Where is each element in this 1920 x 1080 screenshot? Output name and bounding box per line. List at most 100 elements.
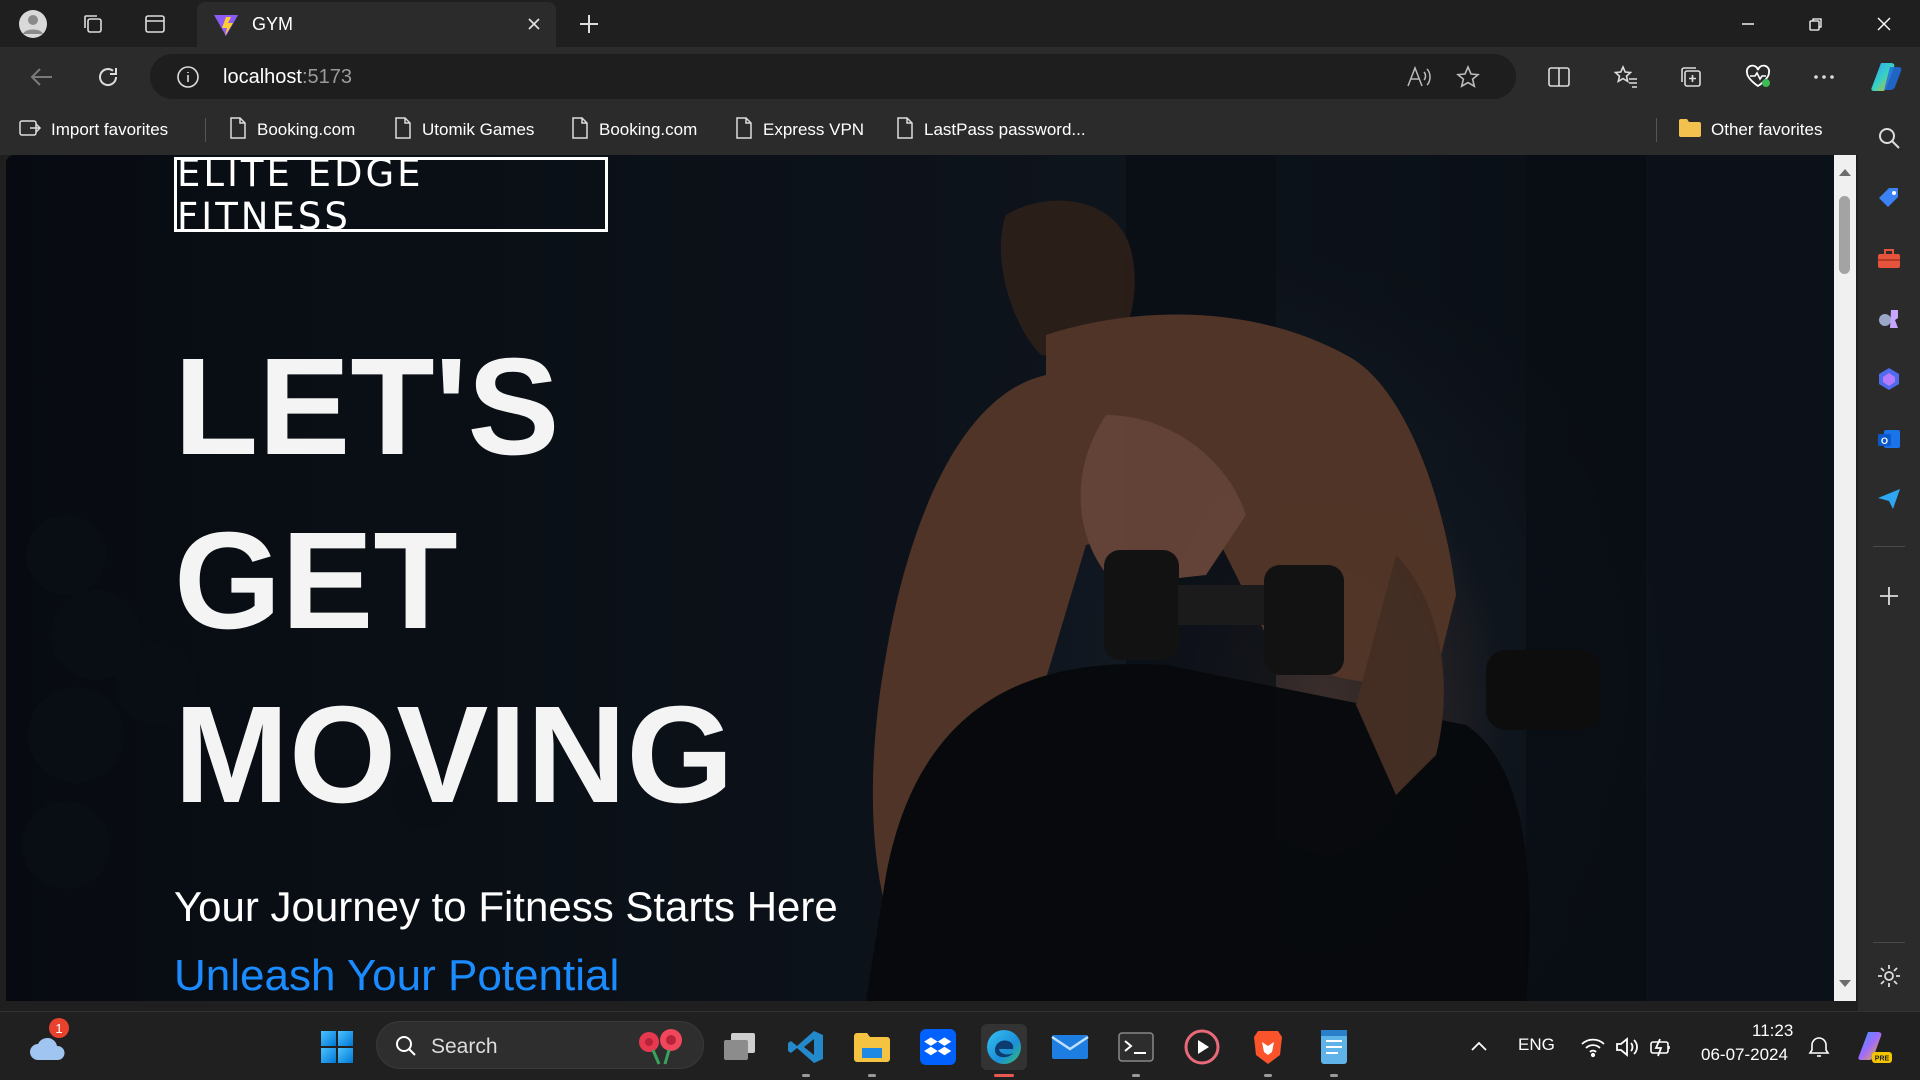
- close-window-icon[interactable]: [1854, 4, 1914, 44]
- running-indicator: [868, 1074, 876, 1077]
- svg-text:PRE: PRE: [1875, 1056, 1890, 1063]
- restore-icon[interactable]: [1786, 4, 1846, 44]
- favorites-bar: Import favorites Booking.com Utomik Game…: [0, 106, 1900, 155]
- site-info-icon[interactable]: [175, 64, 201, 95]
- windows-taskbar: 1 Search ENG 11:23 06-07-2024 PRE: [0, 1011, 1920, 1080]
- scroll-up-icon[interactable]: [1837, 164, 1853, 180]
- dropbox-icon[interactable]: [915, 1024, 961, 1070]
- send-icon[interactable]: [1869, 479, 1909, 519]
- favorite-express-vpn[interactable]: Express VPN: [734, 116, 864, 145]
- new-tab-icon[interactable]: [572, 8, 606, 40]
- notepad-icon[interactable]: [1311, 1024, 1357, 1077]
- favorite-booking-2[interactable]: Booking.com: [570, 116, 697, 145]
- browser-titlebar: GYM: [0, 0, 1920, 47]
- minimize-icon[interactable]: [1718, 4, 1778, 44]
- page-icon: [228, 116, 248, 145]
- games-icon[interactable]: [1869, 299, 1909, 339]
- page-viewport: ELITE EDGE FITNESS LET'S GET MOVING Your…: [6, 155, 1856, 1001]
- sidebar-divider: [1873, 942, 1905, 943]
- read-aloud-icon[interactable]: [1405, 64, 1433, 95]
- microsoft-365-icon[interactable]: [1869, 359, 1909, 399]
- clock-date[interactable]: 06-07-2024: [1701, 1045, 1788, 1065]
- page-icon: [734, 116, 754, 145]
- back-icon[interactable]: [22, 57, 62, 97]
- start-windows-icon[interactable]: [314, 1024, 360, 1070]
- favorites-icon[interactable]: [1606, 57, 1646, 97]
- hero-subtagline: Unleash Your Potential: [174, 951, 620, 1000]
- address-bar[interactable]: localhost:5173: [150, 54, 1516, 99]
- browser-essentials-icon[interactable]: [1738, 57, 1778, 97]
- file-explorer-icon[interactable]: [849, 1024, 895, 1077]
- favorite-booking-1[interactable]: Booking.com: [228, 116, 355, 145]
- tools-briefcase-icon[interactable]: [1869, 239, 1909, 279]
- favorite-import-favorites[interactable]: Import favorites: [18, 117, 168, 143]
- shopping-tag-icon[interactable]: [1869, 178, 1909, 218]
- page-icon: [570, 116, 590, 145]
- headline-line: GET: [174, 504, 458, 658]
- sidebar-settings-gear-icon[interactable]: [1869, 956, 1909, 996]
- brave-browser-icon[interactable]: [1245, 1024, 1291, 1077]
- folder-icon: [1678, 117, 1702, 144]
- favorite-lastpass[interactable]: LastPass password...: [895, 116, 1086, 145]
- weather-widget-icon[interactable]: 1: [25, 1018, 71, 1070]
- show-hidden-icons-chevron-icon[interactable]: [1456, 1024, 1502, 1070]
- running-indicator: [802, 1074, 810, 1077]
- edge-browser-icon[interactable]: [981, 1024, 1027, 1077]
- media-player-icon[interactable]: [1179, 1024, 1225, 1070]
- sidebar-search-icon[interactable]: [1869, 118, 1909, 158]
- copilot-icon[interactable]: [1867, 57, 1907, 97]
- headline-line: MOVING: [174, 678, 734, 832]
- taskbar-search-box[interactable]: Search: [376, 1021, 704, 1069]
- more-options-icon[interactable]: [1804, 57, 1844, 97]
- navigation-toolbar: localhost:5173: [0, 47, 1920, 106]
- edge-sidebar: O: [1858, 106, 1920, 1011]
- battery-charging-icon[interactable]: [1638, 1024, 1684, 1070]
- page-icon: [393, 116, 413, 145]
- vertical-tabs-icon[interactable]: [139, 8, 171, 40]
- scroll-down-icon[interactable]: [1837, 976, 1853, 992]
- svg-text:O: O: [1881, 436, 1888, 446]
- search-label: Search: [431, 1035, 498, 1058]
- notifications-icon[interactable]: [1796, 1024, 1842, 1070]
- roses-highlight-icon: [633, 1026, 695, 1071]
- task-view-icon[interactable]: [717, 1024, 763, 1070]
- vite-favicon-icon: [213, 13, 239, 42]
- brand-logo[interactable]: ELITE EDGE FITNESS: [174, 155, 608, 238]
- running-indicator: [1330, 1074, 1338, 1077]
- refresh-icon[interactable]: [88, 57, 128, 97]
- add-sidebar-app-icon[interactable]: [1869, 576, 1909, 616]
- search-icon: [393, 1033, 419, 1064]
- profile-avatar-icon[interactable]: [17, 8, 49, 40]
- sidebar-divider: [1873, 546, 1905, 547]
- workspaces-icon[interactable]: [77, 8, 109, 40]
- page-scrollbar[interactable]: [1834, 155, 1856, 1001]
- url-text[interactable]: localhost:5173: [223, 66, 352, 89]
- collections-icon[interactable]: [1671, 57, 1711, 97]
- active-indicator: [994, 1074, 1014, 1077]
- mail-icon[interactable]: [1047, 1024, 1093, 1070]
- copilot-preview-icon[interactable]: PRE: [1852, 1024, 1898, 1070]
- close-tab-icon[interactable]: [522, 12, 546, 36]
- headline-line: LET'S: [174, 330, 560, 484]
- input-language[interactable]: ENG: [1518, 1035, 1555, 1055]
- vscode-icon[interactable]: [783, 1024, 829, 1077]
- clock-time[interactable]: 11:23: [1752, 1021, 1793, 1041]
- scrollbar-thumb[interactable]: [1839, 196, 1850, 274]
- favorites-divider: [205, 118, 206, 142]
- page-icon: [895, 116, 915, 145]
- other-favorites-folder[interactable]: Other favorites: [1678, 117, 1823, 143]
- tab-title: GYM: [252, 14, 294, 34]
- favorite-utomik-games[interactable]: Utomik Games: [393, 116, 534, 145]
- notification-badge: 1: [49, 1018, 69, 1038]
- outlook-icon[interactable]: O: [1869, 419, 1909, 459]
- running-indicator: [1264, 1074, 1272, 1077]
- hero-headline: LET'S GET MOVING: [174, 320, 734, 842]
- import-icon: [18, 116, 42, 145]
- hero-tagline: Your Journey to Fitness Starts Here: [174, 883, 838, 930]
- tab-gym[interactable]: GYM: [197, 2, 556, 47]
- terminal-icon[interactable]: [1113, 1024, 1159, 1077]
- running-indicator: [1132, 1074, 1140, 1077]
- split-screen-icon[interactable]: [1539, 57, 1579, 97]
- favorites-divider: [1656, 118, 1657, 142]
- add-favorite-star-icon[interactable]: [1455, 64, 1481, 95]
